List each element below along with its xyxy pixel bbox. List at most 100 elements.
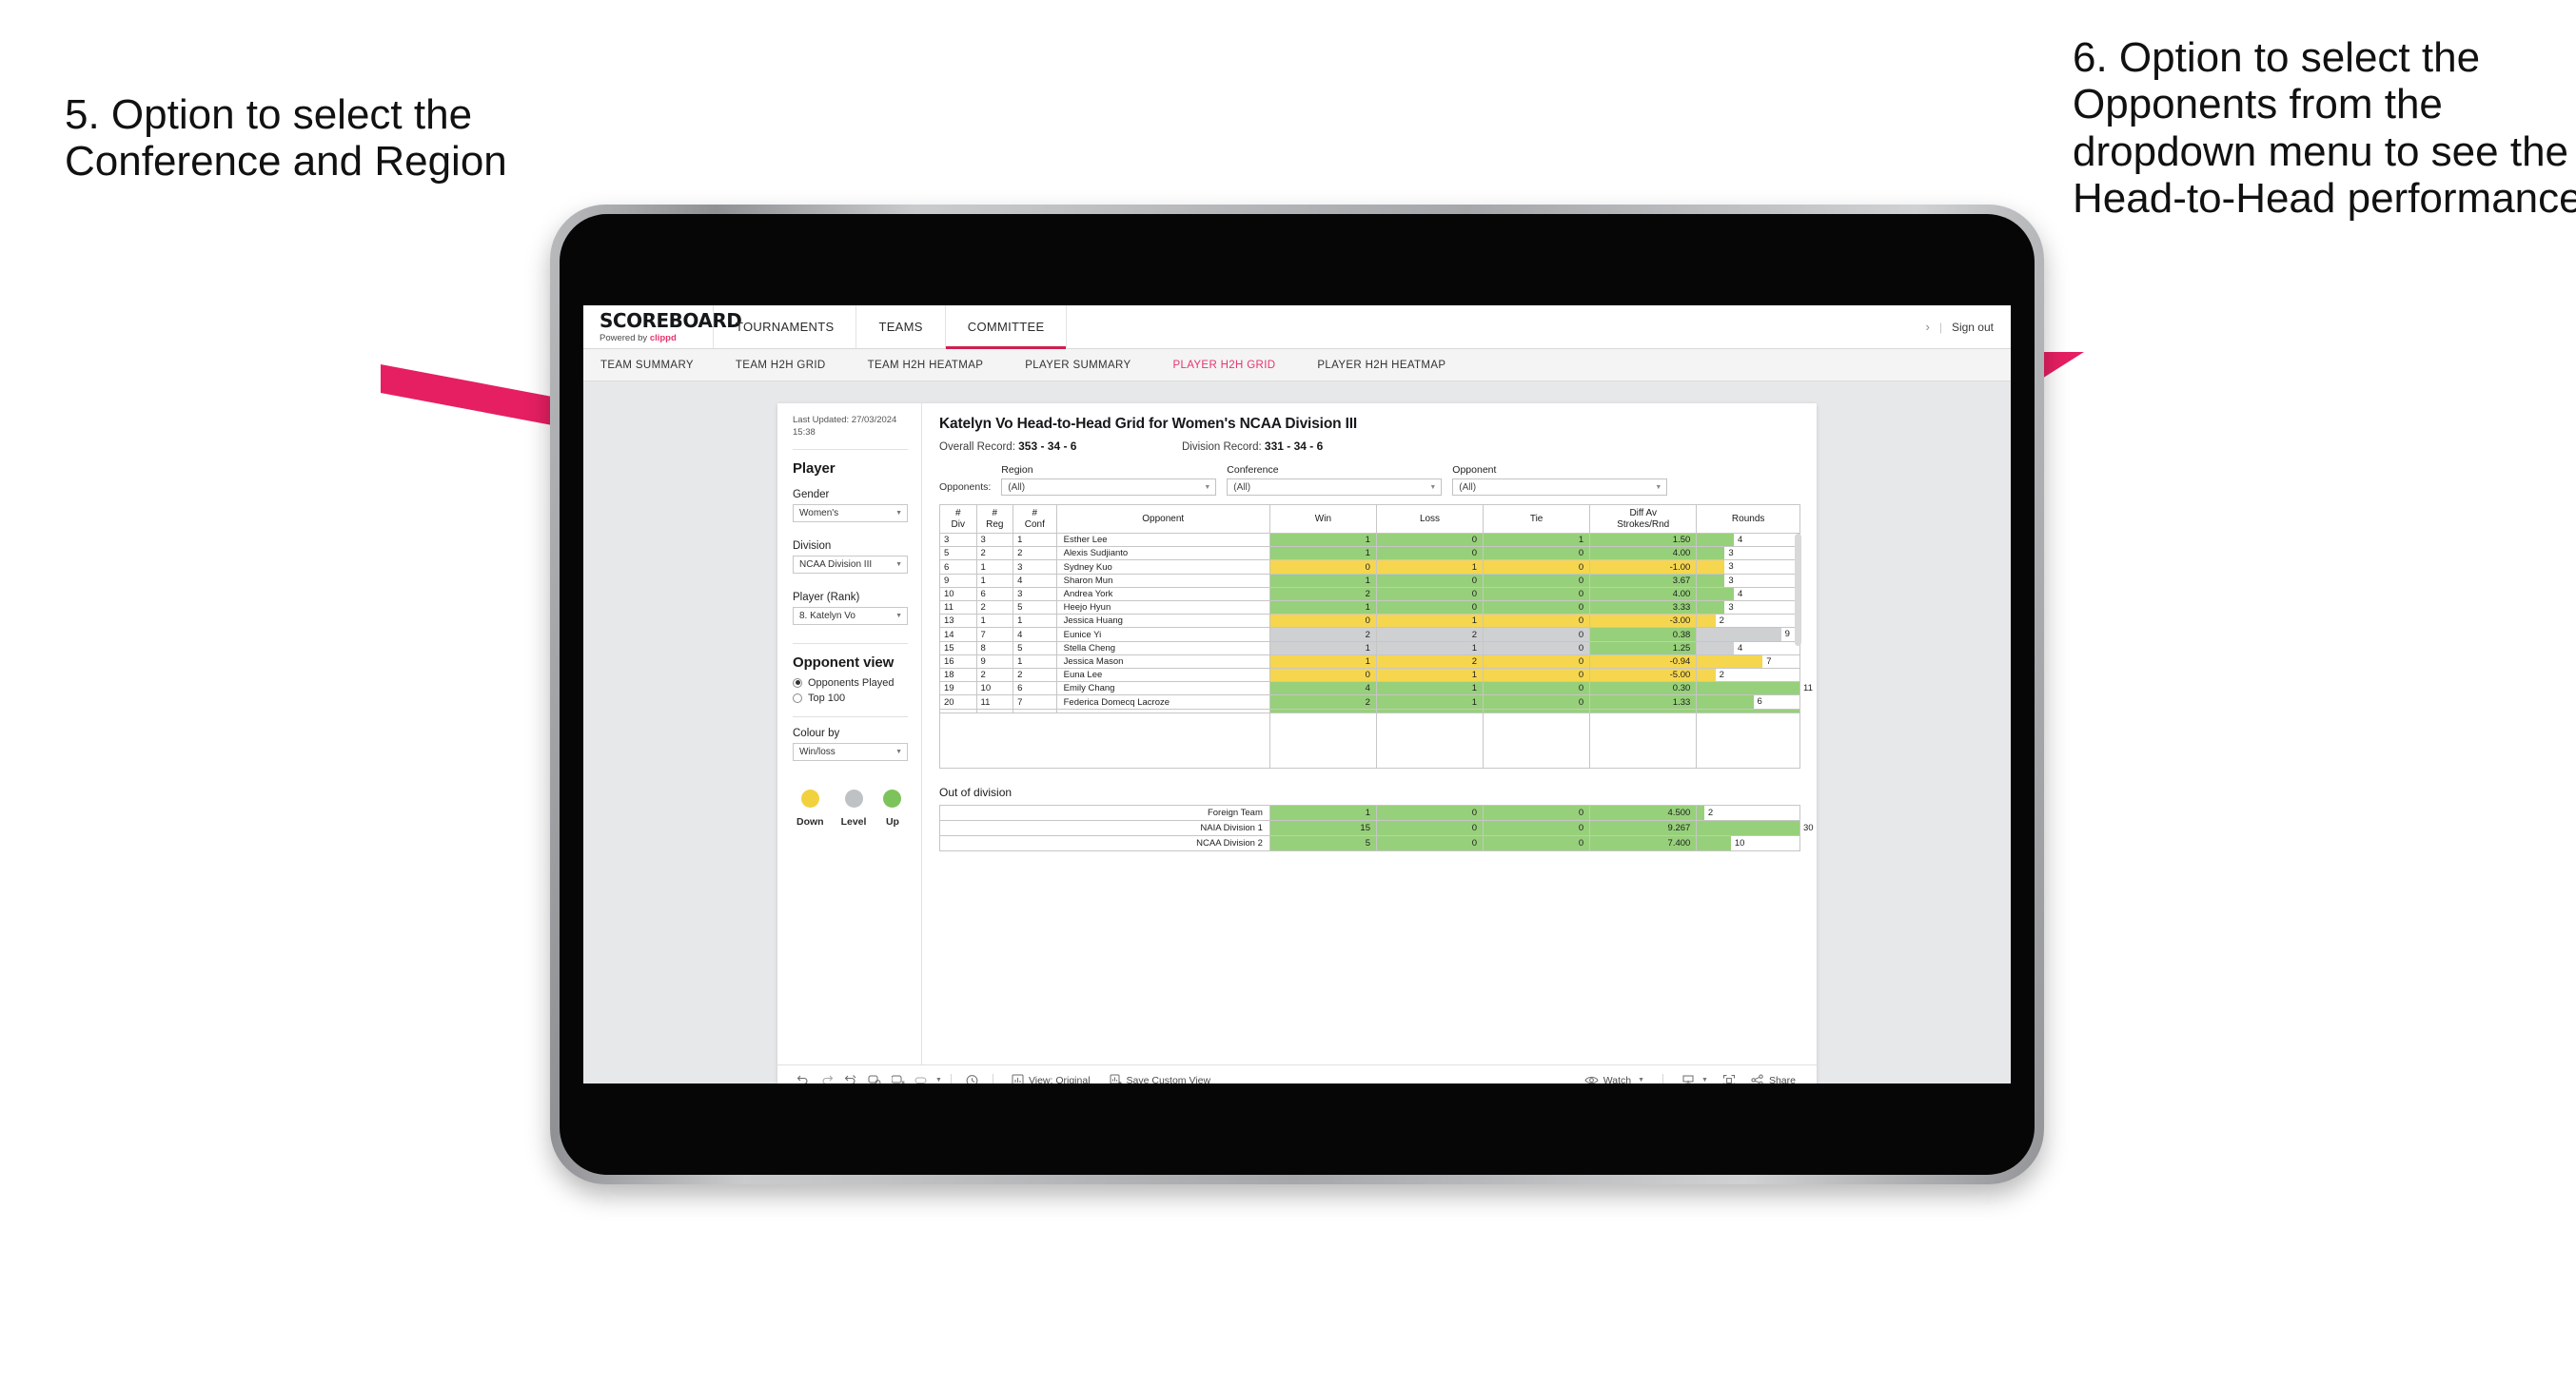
divider	[793, 715, 908, 717]
grid-header-cell[interactable]: Win	[1268, 504, 1377, 534]
view-original-label: View: Original	[1028, 1074, 1091, 1084]
rounds-bar	[1697, 534, 1735, 547]
radio-opponents-played[interactable]: Opponents Played	[793, 677, 908, 689]
view-original-button[interactable]: View: Original	[1002, 1074, 1100, 1083]
rounds-bar	[1697, 820, 1799, 835]
table-row[interactable]: 15 8 5 Stella Cheng 1 1 0 1.25 4	[939, 640, 1800, 655]
subnav-item-team-h2h-heatmap[interactable]: TEAM H2H HEATMAP	[868, 360, 1005, 371]
chevron-right-icon[interactable]: ›	[1925, 320, 1929, 334]
subnav-item-player-summary[interactable]: PLAYER SUMMARY	[1025, 360, 1151, 371]
division-record: Division Record: 331 - 34 - 6	[1182, 439, 1323, 453]
table-row[interactable]: 16 9 1 Jessica Mason 1 2 0 -0.94 7	[939, 654, 1800, 670]
rounds-value: 7	[1766, 655, 1772, 667]
table-row[interactable]: NCAA Division 2 5 0 0 7.400 10	[939, 834, 1800, 851]
radio-top-100[interactable]: Top 100	[793, 693, 908, 704]
cell-tie: 0	[1483, 804, 1591, 821]
legend-label: Up	[885, 815, 899, 828]
fullscreen-icon[interactable]	[1718, 1070, 1741, 1083]
share-button[interactable]: Share	[1741, 1074, 1805, 1083]
legend-dot-down	[800, 789, 819, 808]
legend-item-down: Down	[796, 789, 824, 828]
table-row[interactable]: 19 10 6 Emily Chang 4 1 0 0.30 11	[939, 681, 1813, 696]
grid-header-cell[interactable]: # Div	[939, 504, 977, 534]
division-select[interactable]: NCAA Division III ▼	[793, 555, 908, 574]
top-navigation-bar: SCOREBOARD Powered by clippd TOURNAMENTS…	[583, 305, 2011, 349]
grid-header-cell[interactable]: # Reg	[975, 504, 1014, 534]
rounds-value: 2	[1707, 807, 1714, 818]
table-row[interactable]: 11 2 5 Heejo Hyun 1 0 0 3.33 3	[939, 600, 1800, 615]
cell-reg: 7	[975, 627, 1014, 642]
chevron-down-icon: ▼	[1638, 1077, 1645, 1083]
cell-opponent: Stella Cheng	[1055, 640, 1270, 655]
subnav-item-team-summary[interactable]: TEAM SUMMARY	[600, 360, 715, 371]
table-row[interactable]: 5 2 2 Alexis Sudjianto 1 0 0 4.00 3	[939, 546, 1800, 561]
refresh-icon[interactable]	[862, 1070, 886, 1083]
bottom-toolbar: ▼ View: Original Save Custom View Watch …	[777, 1064, 1817, 1083]
opponent-select[interactable]: (All) ▼	[1452, 478, 1668, 496]
cell-win: 5	[1268, 834, 1377, 851]
legend-dot-up	[883, 789, 902, 808]
cell-conf: 3	[1013, 586, 1057, 602]
table-row[interactable]: 9 1 4 Sharon Mun 1 0 0 3.67 3	[939, 573, 1800, 588]
download-button[interactable]: ▼	[1672, 1074, 1718, 1083]
region-select[interactable]: (All) ▼	[1001, 478, 1217, 496]
pause-icon[interactable]	[886, 1070, 910, 1083]
division-record-label: Division Record:	[1182, 441, 1265, 453]
cell-loss: 1	[1375, 668, 1485, 683]
sign-out-link[interactable]: Sign out	[1952, 321, 1994, 334]
alert-icon[interactable]	[960, 1070, 984, 1083]
field-label: Colour by	[793, 727, 840, 739]
subnav-item-team-h2h-grid[interactable]: TEAM H2H GRID	[736, 360, 847, 371]
conference-select[interactable]: (All) ▼	[1227, 478, 1443, 496]
filters-sidebar: Last Updated: 27/03/2024 15:38 Player Ge…	[777, 403, 922, 1064]
undo-icon[interactable]	[791, 1070, 815, 1083]
watch-button[interactable]: Watch ▼	[1575, 1075, 1654, 1083]
grid-header-cell[interactable]: # Conf	[1013, 504, 1057, 534]
table-row[interactable]: NAIA Division 1 15 0 0 9.267 30	[939, 819, 1814, 836]
subnav-item-player-h2h-grid[interactable]: PLAYER H2H GRID	[1172, 360, 1296, 371]
cell-win: 2	[1268, 586, 1377, 602]
table-row[interactable]: Foreign Team 1 0 0 4.500 2	[939, 804, 1800, 821]
sidebar-heading-opponent-view: Opponent view	[793, 654, 895, 671]
rounds-bar	[1697, 587, 1735, 601]
cell-diff: 0.38	[1589, 627, 1698, 642]
grid-header-cell[interactable]: Rounds	[1696, 504, 1800, 534]
cell-conf: 1	[1013, 532, 1057, 548]
table-row[interactable]: 10 6 3 Andrea York 2 0 0 4.00 4	[939, 586, 1800, 602]
table-row[interactable]: 3 3 1 Esther Lee 1 0 1 1.50 4	[939, 532, 1800, 548]
grid-header-cell[interactable]: Diff Av Strokes/Rnd	[1589, 504, 1698, 534]
cell-div: 18	[939, 668, 977, 683]
topnav-item-teams[interactable]: TEAMS	[856, 305, 946, 348]
cell-diff: -5.00	[1589, 668, 1698, 683]
cell-conf: 4	[1013, 573, 1057, 588]
redo-icon[interactable]	[815, 1070, 838, 1083]
rounds-bar	[1697, 695, 1754, 709]
grid-scrollbar[interactable]	[1795, 534, 1801, 646]
chevron-down-icon: ▼	[895, 612, 902, 619]
grid-header-cell[interactable]: Opponent	[1055, 504, 1270, 534]
save-custom-view-button[interactable]: Save Custom View	[1100, 1074, 1221, 1083]
colour-by-select[interactable]: Win/loss ▼	[793, 742, 908, 761]
topnav-item-committee[interactable]: COMMITTEE	[945, 305, 1068, 349]
topnav-item-tournaments[interactable]: TOURNAMENTS	[714, 305, 857, 348]
chevron-down-icon[interactable]: ▼	[935, 1077, 942, 1083]
table-row[interactable]: 20 11 7 Federica Domecq Lacroze 2 1 0 1.33 6	[939, 694, 1800, 710]
revert-icon[interactable]	[838, 1070, 862, 1083]
grid-header-cell[interactable]: Loss	[1375, 504, 1485, 534]
table-row[interactable]: 18 2 2 Euna Lee 0 1 0 -5.00 2	[939, 668, 1800, 683]
cell-opponent: Jessica Mason	[1055, 654, 1270, 670]
gender-select[interactable]: Women's ▼	[793, 503, 908, 522]
table-row[interactable]: 6 1 3 Sydney Kuo 0 1 0 -1.00 3	[939, 559, 1800, 575]
player-rank-select[interactable]: 8. Katelyn Vo ▼	[793, 606, 908, 625]
grid-header-cell[interactable]: Tie	[1483, 504, 1591, 534]
cell-reg: 2	[975, 668, 1014, 683]
cell-win: 15	[1268, 819, 1377, 836]
table-row[interactable]: 14 7 4 Eunice Yi 2 2 0 0.38 9	[939, 627, 1800, 642]
cell-diff: 1.50	[1589, 532, 1698, 548]
table-row[interactable]: 13 1 1 Jessica Huang 0 1 0 -3.00 2	[939, 614, 1800, 629]
subnav-item-player-h2h-heatmap[interactable]: PLAYER H2H HEATMAP	[1317, 360, 1466, 371]
cell-win: 2	[1268, 694, 1377, 710]
brand-logo[interactable]: SCOREBOARD Powered by clippd	[583, 305, 742, 348]
cell-diff: -0.94	[1589, 654, 1698, 670]
pill-icon[interactable]	[910, 1070, 934, 1083]
